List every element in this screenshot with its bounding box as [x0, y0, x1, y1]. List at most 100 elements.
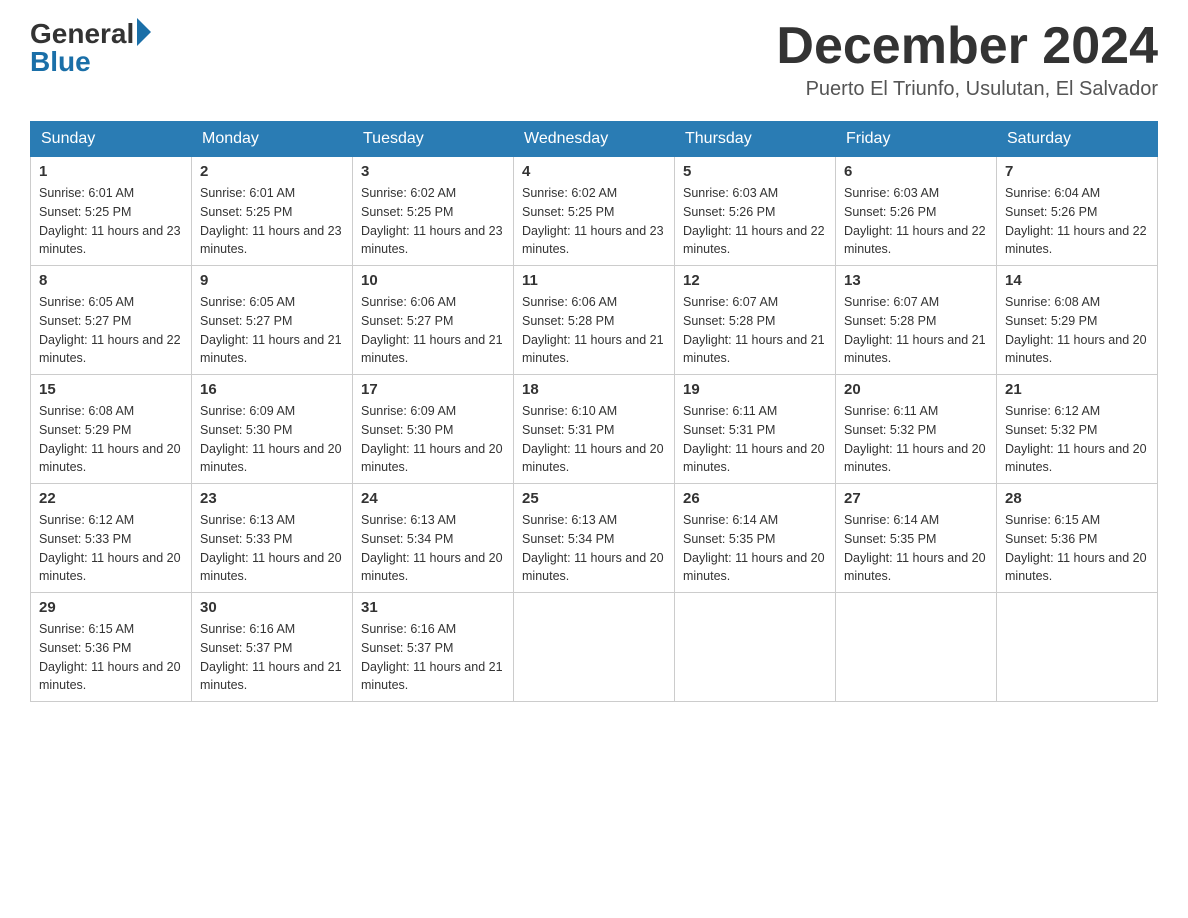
calendar-day-cell: [836, 593, 997, 702]
day-number: 20: [844, 381, 988, 398]
calendar-day-cell: 15 Sunrise: 6:08 AMSunset: 5:29 PMDayligh…: [31, 375, 192, 484]
day-info: Sunrise: 6:11 AMSunset: 5:31 PMDaylight:…: [683, 402, 827, 477]
day-number: 19: [683, 381, 827, 398]
calendar-day-cell: 4 Sunrise: 6:02 AMSunset: 5:25 PMDaylight…: [514, 157, 675, 266]
calendar-header-friday: Friday: [836, 122, 997, 157]
day-number: 13: [844, 272, 988, 289]
day-info: Sunrise: 6:04 AMSunset: 5:26 PMDaylight:…: [1005, 184, 1149, 259]
day-number: 7: [1005, 163, 1149, 180]
calendar-day-cell: 2Sunrise: 6:01 AMSunset: 5:25 PMDaylight…: [192, 157, 353, 266]
calendar-week-row: 1 Sunrise: 6:01 AMSunset: 5:25 PMDaylight…: [31, 157, 1158, 266]
calendar-header-row: SundayMondayTuesdayWednesdayThursdayFrid…: [31, 122, 1158, 157]
day-info: Sunrise: 6:07 AMSunset: 5:28 PMDaylight:…: [844, 293, 988, 368]
calendar-day-cell: 29 Sunrise: 6:15 AMSunset: 5:36 PMDayligh…: [31, 593, 192, 702]
calendar-day-cell: 6 Sunrise: 6:03 AMSunset: 5:26 PMDaylight…: [836, 157, 997, 266]
calendar-day-cell: 10Sunrise: 6:06 AMSunset: 5:27 PMDayligh…: [353, 266, 514, 375]
day-info: Sunrise: 6:08 AMSunset: 5:29 PMDaylight:…: [39, 402, 183, 477]
day-info: Sunrise: 6:09 AMSunset: 5:30 PMDaylight:…: [200, 402, 344, 477]
logo-blue-text: Blue: [30, 48, 151, 76]
calendar-day-cell: 23Sunrise: 6:13 AMSunset: 5:33 PMDayligh…: [192, 484, 353, 593]
day-info: Sunrise: 6:14 AMSunset: 5:35 PMDaylight:…: [683, 511, 827, 586]
day-info: Sunrise: 6:03 AMSunset: 5:26 PMDaylight:…: [844, 184, 988, 259]
calendar-week-row: 29 Sunrise: 6:15 AMSunset: 5:36 PMDayligh…: [31, 593, 1158, 702]
day-info: Sunrise: 6:01 AMSunset: 5:25 PMDaylight:…: [39, 184, 183, 259]
day-number: 8: [39, 272, 183, 289]
day-number: 1: [39, 163, 183, 180]
day-number: 4: [522, 163, 666, 180]
calendar-day-cell: 30Sunrise: 6:16 AMSunset: 5:37 PMDayligh…: [192, 593, 353, 702]
calendar-day-cell: 18 Sunrise: 6:10 AMSunset: 5:31 PMDayligh…: [514, 375, 675, 484]
day-number: 25: [522, 490, 666, 507]
calendar-day-cell: 20Sunrise: 6:11 AMSunset: 5:32 PMDayligh…: [836, 375, 997, 484]
day-number: 22: [39, 490, 183, 507]
calendar-day-cell: 21 Sunrise: 6:12 AMSunset: 5:32 PMDayligh…: [997, 375, 1158, 484]
calendar-day-cell: 8 Sunrise: 6:05 AMSunset: 5:27 PMDaylight…: [31, 266, 192, 375]
day-info: Sunrise: 6:05 AMSunset: 5:27 PMDaylight:…: [200, 293, 344, 368]
day-info: Sunrise: 6:13 AMSunset: 5:34 PMDaylight:…: [522, 511, 666, 586]
day-number: 6: [844, 163, 988, 180]
calendar-day-cell: 26Sunrise: 6:14 AMSunset: 5:35 PMDayligh…: [675, 484, 836, 593]
calendar-day-cell: [675, 593, 836, 702]
day-info: Sunrise: 6:15 AMSunset: 5:36 PMDaylight:…: [39, 620, 183, 695]
day-info: Sunrise: 6:16 AMSunset: 5:37 PMDaylight:…: [361, 620, 505, 695]
day-info: Sunrise: 6:03 AMSunset: 5:26 PMDaylight:…: [683, 184, 827, 259]
calendar-day-cell: 1 Sunrise: 6:01 AMSunset: 5:25 PMDaylight…: [31, 157, 192, 266]
day-number: 16: [200, 381, 344, 398]
calendar-day-cell: 25 Sunrise: 6:13 AMSunset: 5:34 PMDayligh…: [514, 484, 675, 593]
calendar-day-cell: 13 Sunrise: 6:07 AMSunset: 5:28 PMDayligh…: [836, 266, 997, 375]
calendar-day-cell: 19 Sunrise: 6:11 AMSunset: 5:31 PMDayligh…: [675, 375, 836, 484]
day-info: Sunrise: 6:15 AMSunset: 5:36 PMDaylight:…: [1005, 511, 1149, 586]
day-info: Sunrise: 6:02 AMSunset: 5:25 PMDaylight:…: [522, 184, 666, 259]
day-info: Sunrise: 6:08 AMSunset: 5:29 PMDaylight:…: [1005, 293, 1149, 368]
day-number: 2: [200, 163, 344, 180]
day-info: Sunrise: 6:09 AMSunset: 5:30 PMDaylight:…: [361, 402, 505, 477]
day-number: 28: [1005, 490, 1149, 507]
day-number: 23: [200, 490, 344, 507]
day-number: 21: [1005, 381, 1149, 398]
calendar-day-cell: 24 Sunrise: 6:13 AMSunset: 5:34 PMDayligh…: [353, 484, 514, 593]
calendar-day-cell: 17 Sunrise: 6:09 AMSunset: 5:30 PMDayligh…: [353, 375, 514, 484]
calendar-day-cell: 31 Sunrise: 6:16 AMSunset: 5:37 PMDayligh…: [353, 593, 514, 702]
calendar-day-cell: 14 Sunrise: 6:08 AMSunset: 5:29 PMDayligh…: [997, 266, 1158, 375]
day-info: Sunrise: 6:12 AMSunset: 5:32 PMDaylight:…: [1005, 402, 1149, 477]
day-number: 12: [683, 272, 827, 289]
calendar-week-row: 8 Sunrise: 6:05 AMSunset: 5:27 PMDaylight…: [31, 266, 1158, 375]
calendar-day-cell: 27Sunrise: 6:14 AMSunset: 5:35 PMDayligh…: [836, 484, 997, 593]
day-number: 24: [361, 490, 505, 507]
calendar-header-wednesday: Wednesday: [514, 122, 675, 157]
day-info: Sunrise: 6:12 AMSunset: 5:33 PMDaylight:…: [39, 511, 183, 586]
day-info: Sunrise: 6:13 AMSunset: 5:34 PMDaylight:…: [361, 511, 505, 586]
calendar-day-cell: 3 Sunrise: 6:02 AMSunset: 5:25 PMDaylight…: [353, 157, 514, 266]
day-info: Sunrise: 6:07 AMSunset: 5:28 PMDaylight:…: [683, 293, 827, 368]
day-number: 18: [522, 381, 666, 398]
day-number: 15: [39, 381, 183, 398]
day-number: 17: [361, 381, 505, 398]
calendar-day-cell: 7 Sunrise: 6:04 AMSunset: 5:26 PMDaylight…: [997, 157, 1158, 266]
day-number: 5: [683, 163, 827, 180]
calendar-day-cell: 5 Sunrise: 6:03 AMSunset: 5:26 PMDaylight…: [675, 157, 836, 266]
calendar-day-cell: 22 Sunrise: 6:12 AMSunset: 5:33 PMDayligh…: [31, 484, 192, 593]
day-info: Sunrise: 6:02 AMSunset: 5:25 PMDaylight:…: [361, 184, 505, 259]
day-info: Sunrise: 6:14 AMSunset: 5:35 PMDaylight:…: [844, 511, 988, 586]
day-info: Sunrise: 6:16 AMSunset: 5:37 PMDaylight:…: [200, 620, 344, 695]
location-subtitle: Puerto El Triunfo, Usulutan, El Salvador: [776, 78, 1158, 101]
calendar-day-cell: 9 Sunrise: 6:05 AMSunset: 5:27 PMDaylight…: [192, 266, 353, 375]
day-number: 3: [361, 163, 505, 180]
logo-triangle-icon: [137, 18, 151, 46]
calendar-day-cell: [997, 593, 1158, 702]
day-number: 9: [200, 272, 344, 289]
day-number: 29: [39, 599, 183, 616]
day-info: Sunrise: 6:05 AMSunset: 5:27 PMDaylight:…: [39, 293, 183, 368]
calendar-day-cell: 12 Sunrise: 6:07 AMSunset: 5:28 PMDayligh…: [675, 266, 836, 375]
day-info: Sunrise: 6:10 AMSunset: 5:31 PMDaylight:…: [522, 402, 666, 477]
day-number: 31: [361, 599, 505, 616]
calendar-header-monday: Monday: [192, 122, 353, 157]
day-number: 14: [1005, 272, 1149, 289]
logo-general-text: General: [30, 20, 134, 48]
day-number: 10: [361, 272, 505, 289]
calendar-header-thursday: Thursday: [675, 122, 836, 157]
calendar-table: SundayMondayTuesdayWednesdayThursdayFrid…: [30, 121, 1158, 702]
calendar-day-cell: 28 Sunrise: 6:15 AMSunset: 5:36 PMDayligh…: [997, 484, 1158, 593]
logo: General Blue: [30, 20, 151, 76]
calendar-header-saturday: Saturday: [997, 122, 1158, 157]
